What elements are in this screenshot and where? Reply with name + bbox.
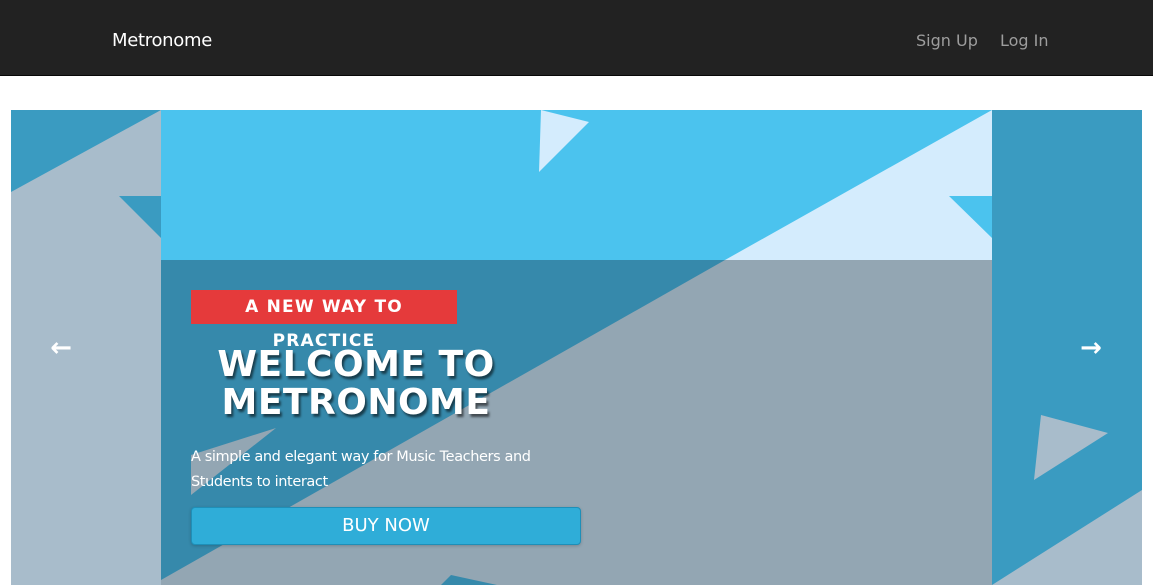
hero-subtext: A simple and elegant way for Music Teach… (191, 449, 531, 490)
arrow-left-icon[interactable]: ← (41, 328, 81, 368)
hero-carousel: ← → A NEW WAY TO PRACTICE WELCOME TO MET… (11, 110, 1142, 585)
hero-headline: WELCOME TO METRONOME (217, 344, 495, 423)
tagline-badge: A NEW WAY TO PRACTICE (191, 290, 457, 351)
brand-logo[interactable]: Metronome (112, 30, 212, 51)
buy-now-button[interactable]: BUY NOW (191, 507, 581, 545)
sign-up-link[interactable]: Sign Up (916, 31, 978, 50)
top-navbar: Metronome Sign Up Log In (0, 0, 1153, 76)
log-in-link[interactable]: Log In (1000, 31, 1049, 50)
arrow-right-icon[interactable]: → (1071, 328, 1111, 368)
